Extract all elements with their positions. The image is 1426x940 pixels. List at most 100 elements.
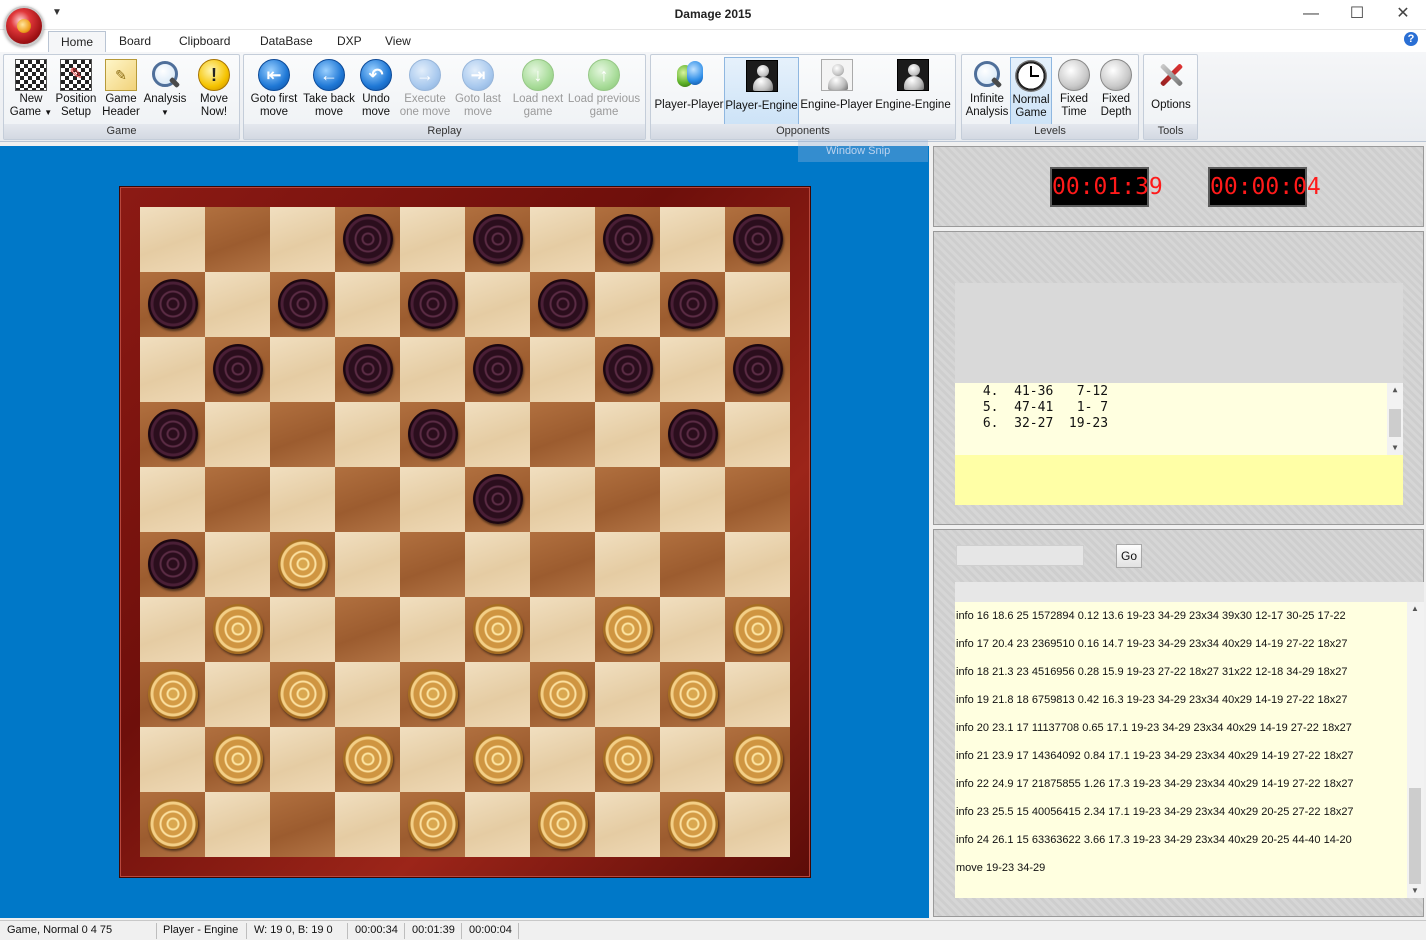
dark-square[interactable] (140, 662, 205, 727)
dark-square[interactable] (530, 402, 595, 467)
white-piece[interactable] (148, 799, 198, 849)
dark-square[interactable] (660, 792, 725, 857)
normal-game-button[interactable]: Normal Game (1010, 57, 1052, 125)
dark-square[interactable] (725, 727, 790, 792)
load-next-game-button[interactable]: ↓ Load next game (510, 57, 566, 125)
engine-engine-button[interactable]: Engine-Engine (874, 57, 952, 125)
white-piece[interactable] (213, 604, 263, 654)
white-piece[interactable] (733, 734, 783, 784)
dark-square[interactable] (530, 272, 595, 337)
dark-square[interactable] (140, 792, 205, 857)
black-piece[interactable] (343, 344, 393, 394)
dark-square[interactable] (660, 532, 725, 597)
black-piece[interactable] (538, 279, 588, 329)
white-piece[interactable] (668, 669, 718, 719)
dark-square[interactable] (595, 467, 660, 532)
dark-square[interactable] (270, 272, 335, 337)
white-piece[interactable] (278, 669, 328, 719)
engine-output[interactable]: info 16 18.6 25 1572894 0.12 13.6 19-23 … (955, 602, 1424, 898)
black-piece[interactable] (343, 214, 393, 264)
black-piece[interactable] (733, 344, 783, 394)
black-piece[interactable] (733, 214, 783, 264)
white-piece[interactable] (668, 799, 718, 849)
dark-square[interactable] (270, 532, 335, 597)
scroll-down-icon[interactable]: ▼ (1387, 441, 1403, 455)
move-now-button[interactable]: ! Move Now! (192, 57, 236, 125)
dark-square[interactable] (205, 597, 270, 662)
minimize-button[interactable]: — (1288, 0, 1334, 30)
take-back-move-button[interactable]: ← Take back move (302, 57, 356, 125)
tab-home[interactable]: Home (48, 31, 107, 52)
dark-square[interactable] (205, 727, 270, 792)
move-row[interactable]: 4. 41-36 7-12 (975, 384, 1403, 400)
dark-square[interactable] (400, 662, 465, 727)
dark-square[interactable] (660, 402, 725, 467)
board[interactable] (140, 207, 790, 857)
dark-square[interactable] (205, 207, 270, 272)
dark-square[interactable] (465, 727, 530, 792)
execute-one-move-button[interactable]: → Execute one move (398, 57, 452, 125)
white-piece[interactable] (733, 604, 783, 654)
application-menu-orb-icon[interactable] (4, 6, 44, 46)
help-icon[interactable]: ? (1404, 32, 1418, 46)
black-piece[interactable] (278, 279, 328, 329)
analysis-button[interactable]: Analysis ▼ (142, 57, 188, 125)
black-piece[interactable] (148, 279, 198, 329)
white-piece[interactable] (603, 604, 653, 654)
white-piece[interactable] (343, 734, 393, 784)
black-piece[interactable] (668, 279, 718, 329)
white-piece[interactable] (148, 669, 198, 719)
scroll-thumb[interactable] (1409, 788, 1421, 884)
dark-square[interactable] (335, 597, 400, 662)
dark-square[interactable] (725, 337, 790, 402)
engine-output-scrollbar[interactable]: ▲ ▼ (1407, 602, 1424, 898)
dark-square[interactable] (140, 532, 205, 597)
dark-square[interactable] (725, 207, 790, 272)
white-piece[interactable] (538, 669, 588, 719)
dark-square[interactable] (400, 272, 465, 337)
dark-square[interactable] (205, 337, 270, 402)
fixed-depth-button[interactable]: Fixed Depth (1096, 57, 1136, 125)
fixed-time-button[interactable]: Fixed Time (1054, 57, 1094, 125)
scroll-thumb[interactable] (1389, 409, 1401, 437)
maximize-button[interactable]: ☐ (1334, 0, 1380, 30)
dark-square[interactable] (335, 207, 400, 272)
options-button[interactable]: Options (1146, 57, 1196, 125)
dark-square[interactable] (205, 467, 270, 532)
move-row[interactable]: 5. 47-41 1- 7 (975, 400, 1403, 416)
black-piece[interactable] (148, 409, 198, 459)
infinite-analysis-button[interactable]: Infinite Analysis (964, 57, 1010, 125)
player-player-button[interactable]: Player-Player (654, 57, 724, 125)
white-piece[interactable] (473, 734, 523, 784)
tab-view[interactable]: View (373, 31, 423, 52)
dark-square[interactable] (140, 402, 205, 467)
black-piece[interactable] (668, 409, 718, 459)
dark-square[interactable] (595, 727, 660, 792)
close-button[interactable]: ✕ (1380, 0, 1426, 30)
go-button[interactable]: Go (1116, 544, 1142, 568)
game-header-button[interactable]: ✎ Game Header (100, 57, 142, 125)
dark-square[interactable] (725, 467, 790, 532)
player-engine-button[interactable]: Player-Engine (724, 57, 799, 125)
dark-square[interactable] (270, 792, 335, 857)
position-setup-button[interactable]: ✎ Position Setup (52, 57, 100, 125)
black-piece[interactable] (408, 409, 458, 459)
dark-square[interactable] (400, 532, 465, 597)
dark-square[interactable] (660, 662, 725, 727)
white-piece[interactable] (473, 604, 523, 654)
move-list-scrollbar[interactable]: ▲ ▼ (1387, 383, 1403, 455)
scroll-up-icon[interactable]: ▲ (1387, 383, 1403, 397)
scroll-down-icon[interactable]: ▼ (1407, 884, 1423, 898)
black-piece[interactable] (408, 279, 458, 329)
white-piece[interactable] (278, 539, 328, 589)
tab-database[interactable]: DataBase (248, 31, 325, 52)
black-piece[interactable] (473, 344, 523, 394)
tab-dxp[interactable]: DXP (325, 31, 374, 52)
white-piece[interactable] (408, 669, 458, 719)
white-piece[interactable] (213, 734, 263, 784)
new-game-button[interactable]: New Game ▼ (6, 57, 56, 125)
black-piece[interactable] (213, 344, 263, 394)
dark-square[interactable] (465, 597, 530, 662)
engine-command-input[interactable] (956, 545, 1084, 566)
dark-square[interactable] (595, 597, 660, 662)
